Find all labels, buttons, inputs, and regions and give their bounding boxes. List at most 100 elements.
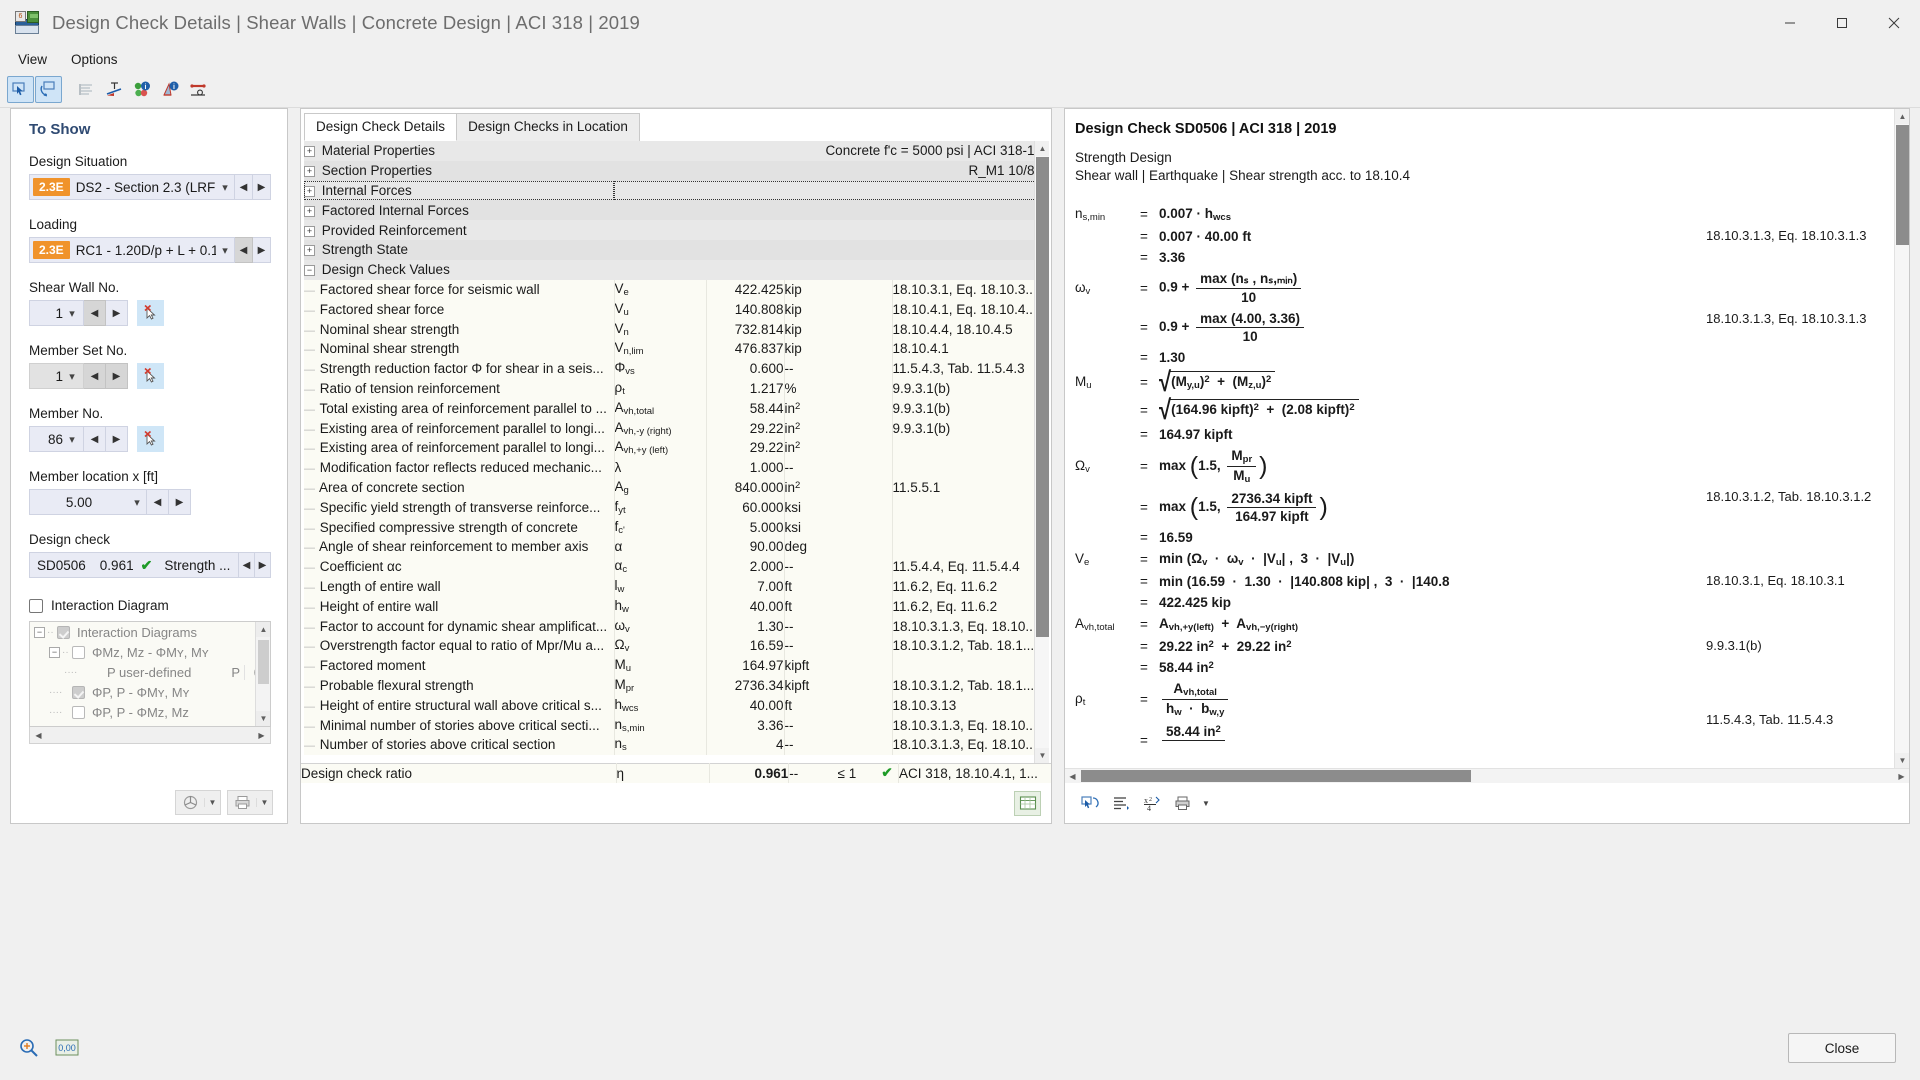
expand-icon[interactable]: + xyxy=(304,225,315,237)
info-member-icon[interactable]: i xyxy=(157,76,184,103)
member-set-next-button[interactable]: ▶ xyxy=(106,363,128,389)
tree-expander-icon[interactable]: − xyxy=(49,646,60,658)
design-situation-prev-button[interactable]: ◀ xyxy=(235,174,253,200)
loading-next-button[interactable]: ▶ xyxy=(253,237,271,263)
table-row[interactable]: — Modification factor reflects reduced m… xyxy=(304,457,1034,478)
table-group-row[interactable]: + Factored Internal Forces xyxy=(304,200,1034,221)
minimize-button[interactable] xyxy=(1764,0,1816,46)
export-table-icon[interactable] xyxy=(1014,790,1041,816)
interaction-diagram-checkbox-row[interactable]: Interaction Diagram xyxy=(29,598,271,613)
table-group-row[interactable]: + Material Properties Concrete f'c = 5000… xyxy=(304,141,1034,161)
formula-toggle-icon[interactable] xyxy=(1075,791,1103,816)
tree-item[interactable]: ····P user-definedP0 xyxy=(30,662,270,682)
formula-vertical-scrollbar[interactable]: ▲ ▼ xyxy=(1894,109,1909,768)
details-scroll-up-icon[interactable]: ▲ xyxy=(1035,141,1049,156)
interaction-diagram-checkbox[interactable] xyxy=(29,598,43,613)
tree-item-checkbox[interactable] xyxy=(72,645,85,659)
table-row[interactable]: — Existing area of reinforcement paralle… xyxy=(304,437,1034,458)
table-row[interactable]: — Total existing area of reinforcement p… xyxy=(304,398,1034,419)
formula-hscroll-thumb[interactable] xyxy=(1081,770,1471,782)
table-row[interactable]: — Nominal shear strength Vn,lim 476.837 kip… xyxy=(304,338,1034,359)
tree-horizontal-scrollbar[interactable]: ◀ ▶ xyxy=(29,727,271,744)
table-row[interactable]: — Probable flexural strength Mpr 2736.34 ki… xyxy=(304,675,1034,696)
expand-icon[interactable]: + xyxy=(304,185,315,197)
table-row[interactable]: — Ratio of tension reinforcement ρt 1.217%… xyxy=(304,378,1034,399)
expand-icon[interactable]: + xyxy=(304,146,315,158)
table-row[interactable]: — Specific yield strength of transverse … xyxy=(304,497,1034,518)
info-colored-icon[interactable]: i xyxy=(129,76,156,103)
member-no-next-button[interactable]: ▶ xyxy=(106,426,128,452)
table-row[interactable]: — Existing area of reinforcement paralle… xyxy=(304,418,1034,438)
shear-wall-next-button[interactable]: ▶ xyxy=(106,300,128,326)
design-situation-combo[interactable]: 2.3E DS2 - Section 2.3 (LRFD)... ▾ xyxy=(29,174,235,200)
expand-icon[interactable]: + xyxy=(304,166,315,178)
tree-scroll-down-icon[interactable]: ▼ xyxy=(256,711,270,726)
formula-scroll-thumb[interactable] xyxy=(1896,125,1909,245)
design-check-next-button[interactable]: ▶ xyxy=(255,552,271,578)
member-location-prev-button[interactable]: ◀ xyxy=(147,489,169,515)
menu-view[interactable]: View xyxy=(8,49,57,70)
view-settings-dropdown-icon[interactable]: ▼ xyxy=(204,798,220,807)
tree-item[interactable]: ···· ΦP, P - ΦMʏ, Mʏ xyxy=(30,682,270,702)
shear-wall-prev-button[interactable]: ◀ xyxy=(84,300,106,326)
member-no-prev-button[interactable]: ◀ xyxy=(84,426,106,452)
member-set-prev-button[interactable]: ◀ xyxy=(84,363,106,389)
formula-hscroll-right-icon[interactable]: ▶ xyxy=(1894,770,1909,783)
zoom-tool-icon[interactable] xyxy=(14,1033,44,1063)
member-no-combo[interactable]: 86 ▾ xyxy=(29,426,84,452)
shear-wall-pick-button[interactable] xyxy=(137,300,164,326)
member-location-next-button[interactable]: ▶ xyxy=(169,489,191,515)
tree-scroll-thumb[interactable] xyxy=(258,640,269,684)
print-settings-button[interactable]: ▼ xyxy=(227,790,273,815)
tree-item-checkbox[interactable] xyxy=(72,685,85,699)
formula-hscroll-left-icon[interactable]: ◀ xyxy=(1065,770,1080,783)
table-row[interactable]: — Factor to account for dynamic shear am… xyxy=(304,616,1034,636)
details-scroll-down-icon[interactable]: ▼ xyxy=(1035,747,1049,763)
member-location-combo[interactable]: 5.00 ▾ xyxy=(29,489,147,515)
close-window-button[interactable] xyxy=(1868,0,1920,46)
formula-scroll-up-icon[interactable]: ▲ xyxy=(1895,109,1909,124)
member-set-pick-button[interactable] xyxy=(137,363,164,389)
menu-options[interactable]: Options xyxy=(61,49,128,70)
close-button[interactable]: Close xyxy=(1788,1033,1896,1063)
member-no-pick-button[interactable] xyxy=(137,426,164,452)
formula-sym-icon[interactable]: x 2 4 xyxy=(1137,791,1165,816)
details-scroll-thumb[interactable] xyxy=(1036,157,1049,637)
expand-icon[interactable]: + xyxy=(304,205,315,217)
tree-expander-icon[interactable]: − xyxy=(34,626,45,638)
tree-vertical-scrollbar[interactable]: ▲ ▼ xyxy=(255,622,270,726)
table-row[interactable]: Design check ratio η 0.961 -- ≤ 1 ✔ ACI … xyxy=(301,763,1051,783)
table-row[interactable]: — Factored shear force Vu 140.808 kip 18.10.… xyxy=(304,299,1034,320)
table-group-row[interactable]: + Section PropertiesR_M1 10/84 xyxy=(304,160,1034,181)
table-row[interactable]: — Overstrength factor equal to ratio of … xyxy=(304,635,1034,656)
table-row[interactable]: — Nominal shear strength Vn 732.814 kip 18.1… xyxy=(304,319,1034,339)
tree-item[interactable]: − ·· Interaction Diagrams xyxy=(30,622,270,642)
rotate-arrow-icon[interactable] xyxy=(35,76,62,103)
print-dropdown-icon[interactable]: ▼ xyxy=(256,798,272,807)
view-settings-button[interactable]: ▼ xyxy=(175,790,221,815)
table-row[interactable]: — Factored shear force for seismic wall V… xyxy=(304,279,1034,300)
beam-support-icon[interactable] xyxy=(185,76,212,103)
tree-item[interactable]: − ·· ΦMᴢ, Mᴢ - ΦMʏ, Mʏ xyxy=(30,642,270,662)
table-row[interactable]: — Number of stories above critical secti… xyxy=(304,734,1034,755)
table-row[interactable]: — Specified compressive strength of conc… xyxy=(304,517,1034,537)
tree-hscroll-left-icon[interactable]: ◀ xyxy=(30,728,47,743)
print-dropdown-icon[interactable]: ▼ xyxy=(1199,791,1213,816)
table-row[interactable]: — Angle of shear reinforcement to member… xyxy=(304,536,1034,557)
table-row[interactable]: — Coefficient αc αc 2.000 -- 11.5.4.4, Eq. 1… xyxy=(304,556,1034,577)
design-check-combo[interactable]: SD0506 0.961 ✔ Strength ... ▾ xyxy=(29,552,249,578)
tree-scroll-up-icon[interactable]: ▲ xyxy=(256,622,270,637)
table-row[interactable]: — Height of entire structural wall above… xyxy=(304,695,1034,716)
print-icon[interactable] xyxy=(1168,791,1196,816)
table-list-icon[interactable] xyxy=(73,76,100,103)
tree-item[interactable]: ···· ΦP, P - ΦMᴢ, Mᴢ xyxy=(30,702,270,722)
table-row[interactable]: — Length of entire wall lw 7.00 ft 11.6.2, E… xyxy=(304,576,1034,597)
table-group-row[interactable]: + Strength State xyxy=(304,239,1034,260)
table-row[interactable]: — Area of concrete section Ag 840.000 in2 11… xyxy=(304,477,1034,498)
loading-combo[interactable]: 2.3E RC1 - 1.20D/p + L + 0.1... ▾ xyxy=(29,237,235,263)
tab-design-checks-in-location[interactable]: Design Checks in Location xyxy=(456,113,640,141)
section-diagram-icon[interactable] xyxy=(101,76,128,103)
numeric-display-icon[interactable]: 0,00 xyxy=(52,1033,82,1063)
tab-design-check-details[interactable]: Design Check Details xyxy=(304,113,458,141)
table-row[interactable]: — Strength reduction factor Φ for shear … xyxy=(304,358,1034,379)
